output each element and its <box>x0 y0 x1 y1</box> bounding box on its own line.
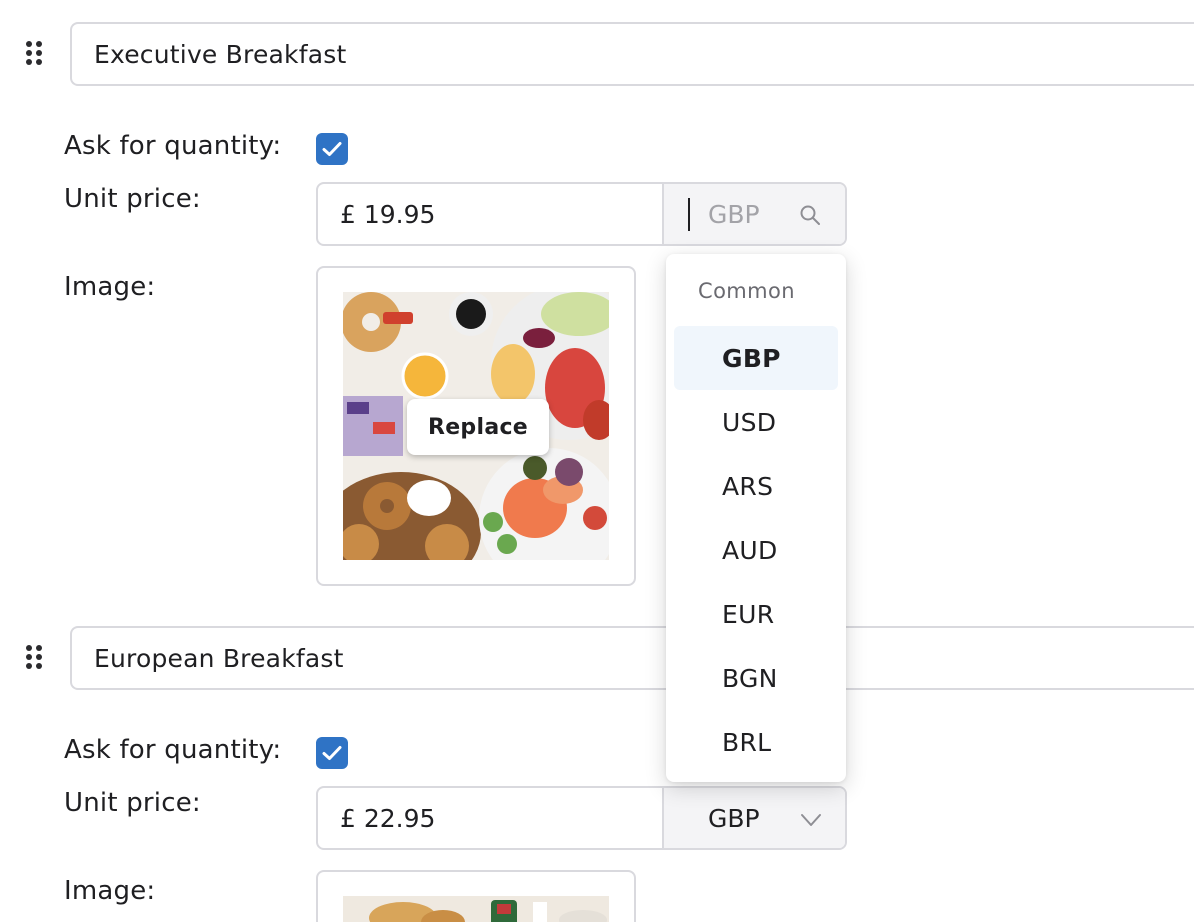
drag-handle-icon[interactable] <box>26 41 44 67</box>
ask-quantity-checkbox[interactable] <box>316 737 348 769</box>
currency-select[interactable]: GBP <box>664 788 845 848</box>
item-name-input[interactable]: Executive Breakfast <box>70 22 1194 86</box>
ask-quantity-label: Ask for quantity: <box>64 131 282 161</box>
currency-option-usd[interactable]: USD <box>674 390 838 454</box>
currency-selected-value: GBP <box>708 803 760 833</box>
unit-price-group: £ 19.95 GBP <box>316 182 847 246</box>
image-upload-frame[interactable] <box>316 870 636 922</box>
search-icon <box>800 205 820 225</box>
ask-quantity-checkbox[interactable] <box>316 133 348 165</box>
text-cursor <box>688 198 690 231</box>
image-upload-frame[interactable]: Replace <box>316 266 636 586</box>
item-name-text: European Breakfast <box>94 643 344 673</box>
checkmark-icon <box>322 142 342 156</box>
item-name-text: Executive Breakfast <box>94 39 347 69</box>
currency-option-label: EUR <box>722 599 775 629</box>
unit-price-input[interactable]: £ 19.95 <box>318 184 664 244</box>
unit-price-value: £ 19.95 <box>340 199 436 229</box>
chevron-down-icon <box>801 814 821 826</box>
unit-price-value: £ 22.95 <box>340 803 436 833</box>
currency-option-label: BRL <box>722 727 772 757</box>
currency-search-placeholder: GBP <box>708 199 760 229</box>
replace-label: Replace <box>427 414 529 440</box>
currency-search-input[interactable]: GBP <box>664 184 845 244</box>
replace-image-button[interactable]: Replace <box>407 399 549 455</box>
unit-price-group: £ 22.95 GBP <box>316 786 847 850</box>
unit-price-input[interactable]: £ 22.95 <box>318 788 664 848</box>
image-label: Image: <box>64 272 156 302</box>
currency-option-label: USD <box>722 407 777 437</box>
currency-option-ars[interactable]: ARS <box>674 454 838 518</box>
currency-option-label: BGN <box>722 663 778 693</box>
currency-option-bgn[interactable]: BGN <box>674 646 838 710</box>
drag-handle-icon[interactable] <box>26 645 44 671</box>
dropdown-group-header: Common <box>698 279 795 303</box>
currency-dropdown: Common GBP USD ARS AUD EUR BGN BRL <box>666 254 846 782</box>
unit-price-label: Unit price: <box>64 184 201 214</box>
ask-quantity-label: Ask for quantity: <box>64 735 282 765</box>
breakfast-photo <box>343 896 609 922</box>
currency-option-label: GBP <box>722 343 781 373</box>
currency-option-label: AUD <box>722 535 778 565</box>
currency-option-brl[interactable]: BRL <box>674 710 838 774</box>
item-name-input[interactable]: European Breakfast <box>70 626 1194 690</box>
currency-option-gbp[interactable]: GBP <box>674 326 838 390</box>
currency-option-label: ARS <box>722 471 774 501</box>
unit-price-label: Unit price: <box>64 788 201 818</box>
currency-option-aud[interactable]: AUD <box>674 518 838 582</box>
checkmark-icon <box>322 746 342 760</box>
image-label: Image: <box>64 876 156 906</box>
currency-option-eur[interactable]: EUR <box>674 582 838 646</box>
